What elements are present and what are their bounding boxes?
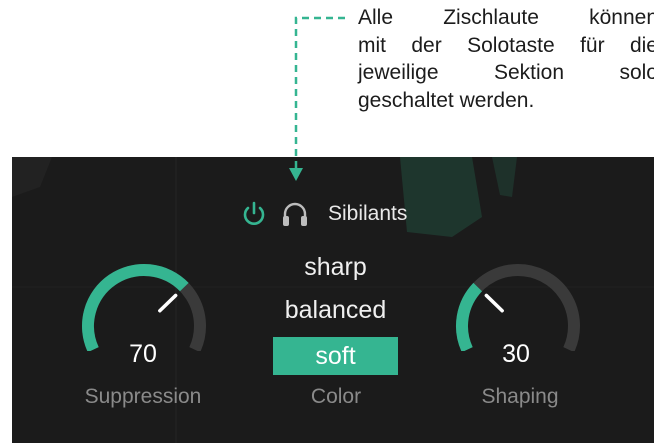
callout-arrow bbox=[289, 16, 345, 181]
